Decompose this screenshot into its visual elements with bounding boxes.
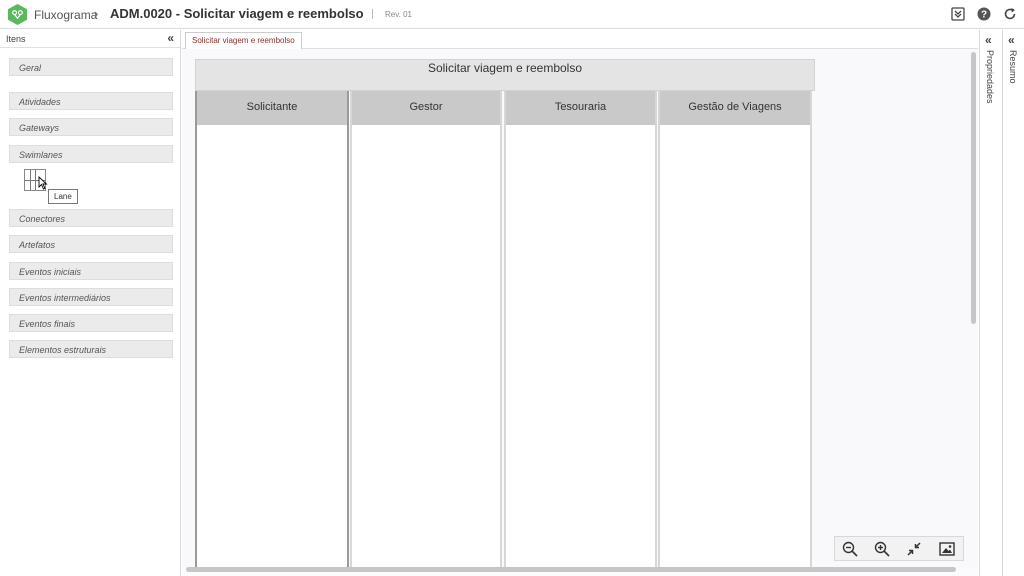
logo-icon[interactable] [6,3,29,26]
mouse-cursor-icon [38,176,48,190]
fit-screen-icon[interactable] [905,540,923,558]
pool[interactable]: Solicitar viagem e reembolso Solicitante… [195,59,815,571]
page-title: ADM.0020 - Solicitar viagem e reembolso [110,6,364,21]
lane-tooltip: Lane [48,189,78,204]
category-eventos-intermediarios[interactable]: Eventos intermediários [9,288,173,306]
zoom-toolbar [834,536,964,561]
category-swimlanes[interactable]: Swimlanes [9,145,173,163]
breadcrumb-app[interactable]: Fluxograma [34,8,97,22]
export-image-icon[interactable] [938,540,956,558]
collapse-left-icon[interactable]: « [167,31,174,45]
top-header: Fluxograma › ADM.0020 - Solicitar viagem… [0,0,1024,29]
category-conectores[interactable]: Conectores [9,209,173,227]
lane-header[interactable]: Gestor [352,91,500,125]
vertical-scrollbar[interactable] [971,52,976,324]
items-panel-header: Itens « [0,30,180,48]
refresh-icon[interactable] [1002,6,1018,22]
diagram-canvas[interactable]: Solicitar viagem e reembolso Solicitante… [182,49,978,571]
category-atividades[interactable]: Atividades [9,92,173,110]
summary-rail[interactable]: « Resumo [1002,30,1024,576]
breadcrumb-separator: › [94,6,99,21]
svg-text:?: ? [981,10,987,21]
category-gateways[interactable]: Gateways [9,118,173,136]
help-icon[interactable]: ? [976,6,992,22]
editor-area: Solicitar viagem e reembolso Solicitar v… [182,30,978,576]
lane-header[interactable]: Solicitante [197,91,347,125]
lane-gestao-de-viagens[interactable]: Gestão de Viagens [658,91,812,571]
lane-solicitante[interactable]: Solicitante [195,91,349,571]
category-geral[interactable]: Geral [9,58,173,76]
revision-label: Rev. 01 [385,10,412,19]
tab-bar: Solicitar viagem e reembolso [182,30,978,50]
items-panel-title: Itens [6,34,26,44]
lane-tesouraria[interactable]: Tesouraria [504,91,657,571]
zoom-in-icon[interactable] [873,540,891,558]
category-eventos-finais[interactable]: Eventos finais [9,314,173,332]
properties-label[interactable]: Propriedades [985,50,995,104]
tab-diagram[interactable]: Solicitar viagem e reembolso [185,32,302,50]
lane-gestor[interactable]: Gestor [350,91,502,571]
category-eventos-iniciais[interactable]: Eventos iniciais [9,262,173,280]
lane-header[interactable]: Gestão de Viagens [660,91,810,125]
pool-title[interactable]: Solicitar viagem e reembolso [195,59,815,91]
expand-summary-icon[interactable]: « [1008,33,1015,47]
expand-properties-icon[interactable]: « [985,33,992,47]
divider [372,9,373,19]
zoom-out-icon[interactable] [841,540,859,558]
properties-rail[interactable]: « Propriedades [979,30,1001,576]
summary-label[interactable]: Resumo [1008,50,1018,84]
category-elementos-estruturais[interactable]: Elementos estruturais [9,340,173,358]
lane-header[interactable]: Tesouraria [506,91,655,125]
category-artefatos[interactable]: Artefatos [9,235,173,253]
download-icon[interactable] [950,6,966,22]
horizontal-scrollbar[interactable] [186,567,956,572]
